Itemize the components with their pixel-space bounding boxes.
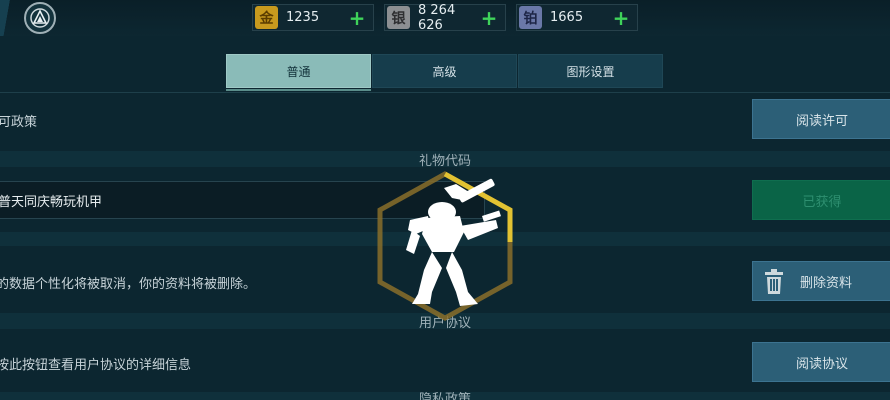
privacy-policy-header-label: 隐私政策 [418,392,471,400]
add-gold-plus-icon[interactable]: + [347,8,367,28]
privacy-policy-header: 隐私政策 [0,392,890,400]
read-agreement-button[interactable]: 阅读协议 [752,342,890,382]
mech-loading-icon [377,171,513,321]
gold-amount: 1235 [286,10,320,25]
platinum-currency: 铂 1665 + [516,4,638,31]
obtained-button[interactable]: 已获得 [752,180,890,220]
tab-advanced[interactable]: 高级 [372,54,517,88]
top-bar: 金 1235 + 银 8 264 626 + 铂 1665 + [0,0,890,36]
gift-code-value: 普天同庆畅玩机甲 [0,194,103,210]
tab-graphics-settings[interactable]: 图形设置 [518,54,663,88]
silver-currency: 银 8 264 626 + [384,2,506,33]
platinum-amount: 1665 [550,10,584,25]
silver-amount: 8 264 626 [418,2,456,33]
trash-icon [765,269,783,294]
gold-currency: 金 1235 + [252,4,374,31]
user-agreement-text: 按此按钮查看用户协议的详细信息 [0,358,192,373]
loading-mech-overlay [374,170,516,322]
add-silver-plus-icon[interactable]: + [479,8,499,28]
delete-data-label: 删除资料 [799,275,852,291]
profile-emblem-icon[interactable] [24,2,56,34]
read-license-button[interactable]: 阅读许可 [752,99,890,139]
tab-general[interactable]: 普通 [226,54,371,88]
divider [0,92,890,93]
top-bar-edge [0,0,18,36]
privacy-policy-text: 可政策 [0,115,38,130]
add-platinum-plus-icon[interactable]: + [611,8,631,28]
gift-code-header-label: 礼物代码 [418,153,471,169]
active-tab-indicator [226,89,371,91]
gift-code-header: 礼物代码 [0,151,890,169]
settings-tabs: 普通 高级 图形设置 [226,54,664,88]
silver-coin-icon: 银 [387,6,410,29]
platinum-coin-icon: 铂 [519,6,542,29]
delete-data-button[interactable]: 删除资料 [752,261,890,301]
gold-coin-icon: 金 [255,6,278,29]
delete-data-text: 的数据个性化将被取消，你的资料将被删除。 [0,277,257,292]
